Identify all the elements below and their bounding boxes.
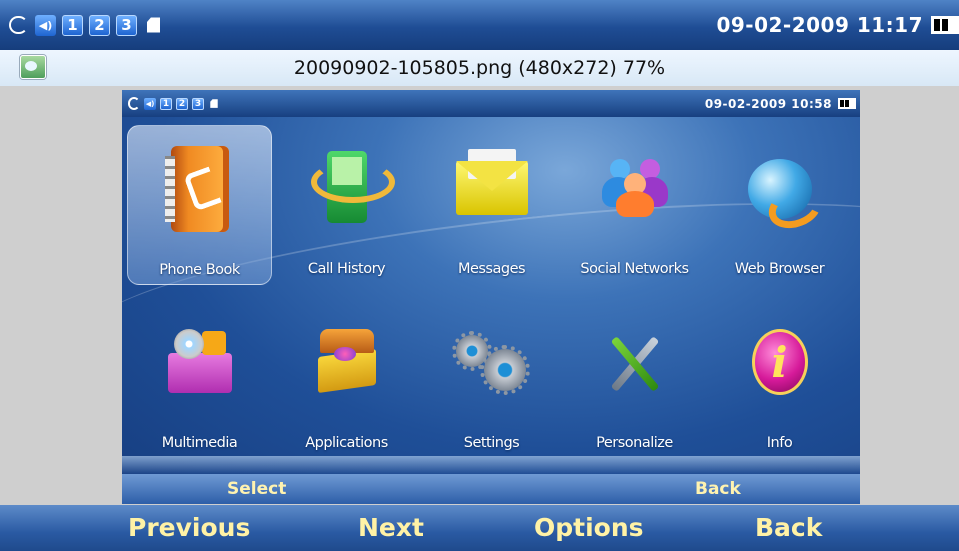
device-status-bar: ◀) 1 2 3 09-02-2009 11:17 [0, 0, 959, 50]
back-button[interactable]: Back [755, 513, 822, 542]
phonebook-icon [164, 146, 229, 232]
menu-label: Social Networks [580, 261, 689, 277]
sd-card-icon [143, 15, 164, 36]
viewer-softkey-bar: Previous Next Options Back [0, 505, 959, 551]
speaker-icon: ◀) [35, 14, 56, 36]
people-icon [601, 159, 668, 217]
menu-item-applications[interactable]: Applications [274, 299, 419, 459]
screenshot-status-bar: ◀) 1 2 3 09-02-2009 10:58 [122, 90, 860, 117]
menu-label: Phone Book [159, 262, 240, 278]
next-button[interactable]: Next [358, 513, 424, 542]
globe-icon [747, 159, 812, 219]
line-1-indicator: 1 [62, 14, 83, 36]
treasure-chest-icon [316, 329, 378, 389]
image-file-icon [20, 55, 46, 79]
battery-icon [931, 16, 959, 34]
menu-item-phone-book[interactable]: Phone Book [127, 125, 272, 285]
sd-card-icon [208, 98, 220, 110]
speaker-icon: ◀) [144, 97, 156, 110]
menu-label: Applications [305, 435, 388, 451]
back-softkey[interactable]: Back [695, 479, 741, 499]
previous-button[interactable]: Previous [128, 513, 250, 542]
menu-item-social-networks[interactable]: Social Networks [562, 125, 707, 285]
line-3-indicator: 3 [116, 14, 137, 36]
menu-label: Info [766, 435, 793, 451]
line-2-indicator: 2 [176, 97, 188, 110]
menu-label: Personalize [596, 435, 673, 451]
battery-icon [838, 98, 856, 109]
screenshot-datetime: 09-02-2009 10:58 [704, 96, 832, 111]
gears-icon [451, 331, 530, 395]
menu-item-personalize[interactable]: Personalize [562, 299, 707, 459]
viewer-title: 20090902-105805.png (480x272) 77% [293, 57, 666, 79]
call-history-icon [310, 151, 395, 223]
menu-label: Call History [307, 261, 386, 277]
envelope-icon [455, 149, 528, 215]
sync-icon [128, 98, 140, 110]
menu-item-info[interactable]: Info [707, 299, 852, 459]
screenshot-softkey-bar: Select Back [122, 474, 860, 504]
menu-item-messages[interactable]: Messages [419, 125, 564, 285]
menu-label: Settings [463, 435, 520, 451]
main-menu-screen: Phone Book Call History Messages Social … [122, 117, 860, 474]
select-softkey[interactable]: Select [227, 479, 286, 499]
line-2-indicator: 2 [89, 14, 110, 36]
sync-icon [8, 15, 29, 36]
menu-item-call-history[interactable]: Call History [274, 125, 419, 285]
line-1-indicator: 1 [160, 97, 172, 110]
menu-item-multimedia[interactable]: Multimedia [127, 299, 272, 459]
line-3-indicator: 3 [192, 97, 204, 110]
menu-label: Multimedia [161, 435, 238, 451]
info-icon [751, 329, 808, 395]
menu-item-web-browser[interactable]: Web Browser [707, 125, 852, 285]
viewer-title-bar: 20090902-105805.png (480x272) 77% [0, 50, 959, 86]
menu-label: Messages [457, 261, 526, 277]
tools-icon [605, 331, 665, 395]
multimedia-icon [167, 325, 232, 393]
options-button[interactable]: Options [534, 513, 644, 542]
device-datetime: 09-02-2009 11:17 [716, 13, 923, 37]
menu-label: Web Browser [734, 261, 825, 277]
menu-item-settings[interactable]: Settings [419, 299, 564, 459]
